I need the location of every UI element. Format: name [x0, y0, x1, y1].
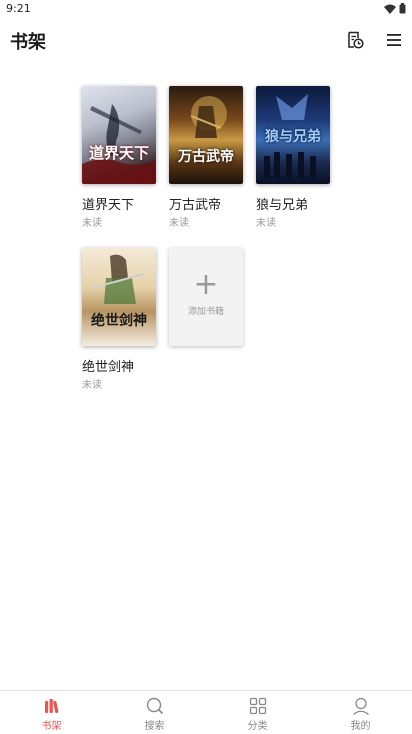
search-icon	[146, 697, 164, 715]
nav-label: 书架	[41, 721, 62, 732]
nav-tab-bookshelf[interactable]: 书架	[0, 691, 103, 734]
cover-title: 狼与兄弟	[265, 129, 321, 145]
bottom-nav: 书架 搜索 分类 我的	[0, 690, 412, 734]
book-status: 未读	[169, 218, 189, 229]
book-title: 道界天下	[82, 198, 135, 213]
reading-history-button[interactable]	[343, 28, 367, 52]
category-grid-icon	[249, 697, 267, 715]
add-book-button[interactable]: + 添加书籍	[169, 248, 243, 346]
cover-illustration	[82, 104, 156, 184]
book-cover[interactable]: 万古武帝	[169, 86, 243, 184]
book-status: 未读	[256, 218, 276, 229]
book-title: 绝世剑神	[82, 360, 135, 375]
menu-button[interactable]	[382, 28, 406, 52]
history-icon	[348, 31, 364, 49]
book-item[interactable]: 道界天下 道界天下 未读	[82, 86, 158, 229]
status-time: 9:21	[6, 2, 31, 15]
nav-label: 搜索	[144, 721, 165, 732]
book-item[interactable]: 狼与兄弟 狼与兄弟 未读	[256, 86, 332, 229]
battery-icon	[399, 3, 406, 14]
status-icons	[384, 3, 406, 14]
book-cover[interactable]: 绝世剑神	[82, 248, 156, 346]
cover-title: 道界天下	[88, 144, 149, 162]
status-bar: 9:21	[0, 0, 412, 18]
nav-tab-profile[interactable]: 我的	[309, 691, 412, 734]
book-status: 未读	[82, 380, 102, 391]
book-title: 万古武帝	[169, 198, 222, 213]
bookshelf-icon	[45, 699, 59, 714]
nav-tab-search[interactable]: 搜索	[103, 691, 206, 734]
cover-title: 绝世剑神	[91, 313, 147, 329]
nav-label: 分类	[247, 721, 268, 732]
cover-illustration	[190, 96, 227, 138]
app-bar: 书架	[0, 20, 412, 60]
cover-illustration	[91, 254, 145, 304]
nav-tab-category[interactable]: 分类	[206, 691, 309, 734]
add-book-label: 添加书籍	[187, 307, 224, 317]
user-icon	[353, 697, 369, 716]
menu-icon	[387, 34, 401, 46]
book-title: 狼与兄弟	[256, 198, 309, 213]
wifi-icon	[384, 4, 396, 14]
book-item[interactable]: 绝世剑神 绝世剑神 未读	[82, 248, 158, 391]
page-title: 书架	[10, 32, 46, 53]
cover-title: 万古武帝	[178, 149, 234, 165]
plus-icon: +	[193, 267, 219, 302]
nav-label: 我的	[350, 721, 371, 732]
book-cover[interactable]: 道界天下	[82, 86, 156, 184]
book-status: 未读	[82, 218, 102, 229]
book-cover[interactable]: 狼与兄弟	[256, 86, 330, 184]
book-item[interactable]: 万古武帝 万古武帝 未读	[169, 86, 245, 229]
